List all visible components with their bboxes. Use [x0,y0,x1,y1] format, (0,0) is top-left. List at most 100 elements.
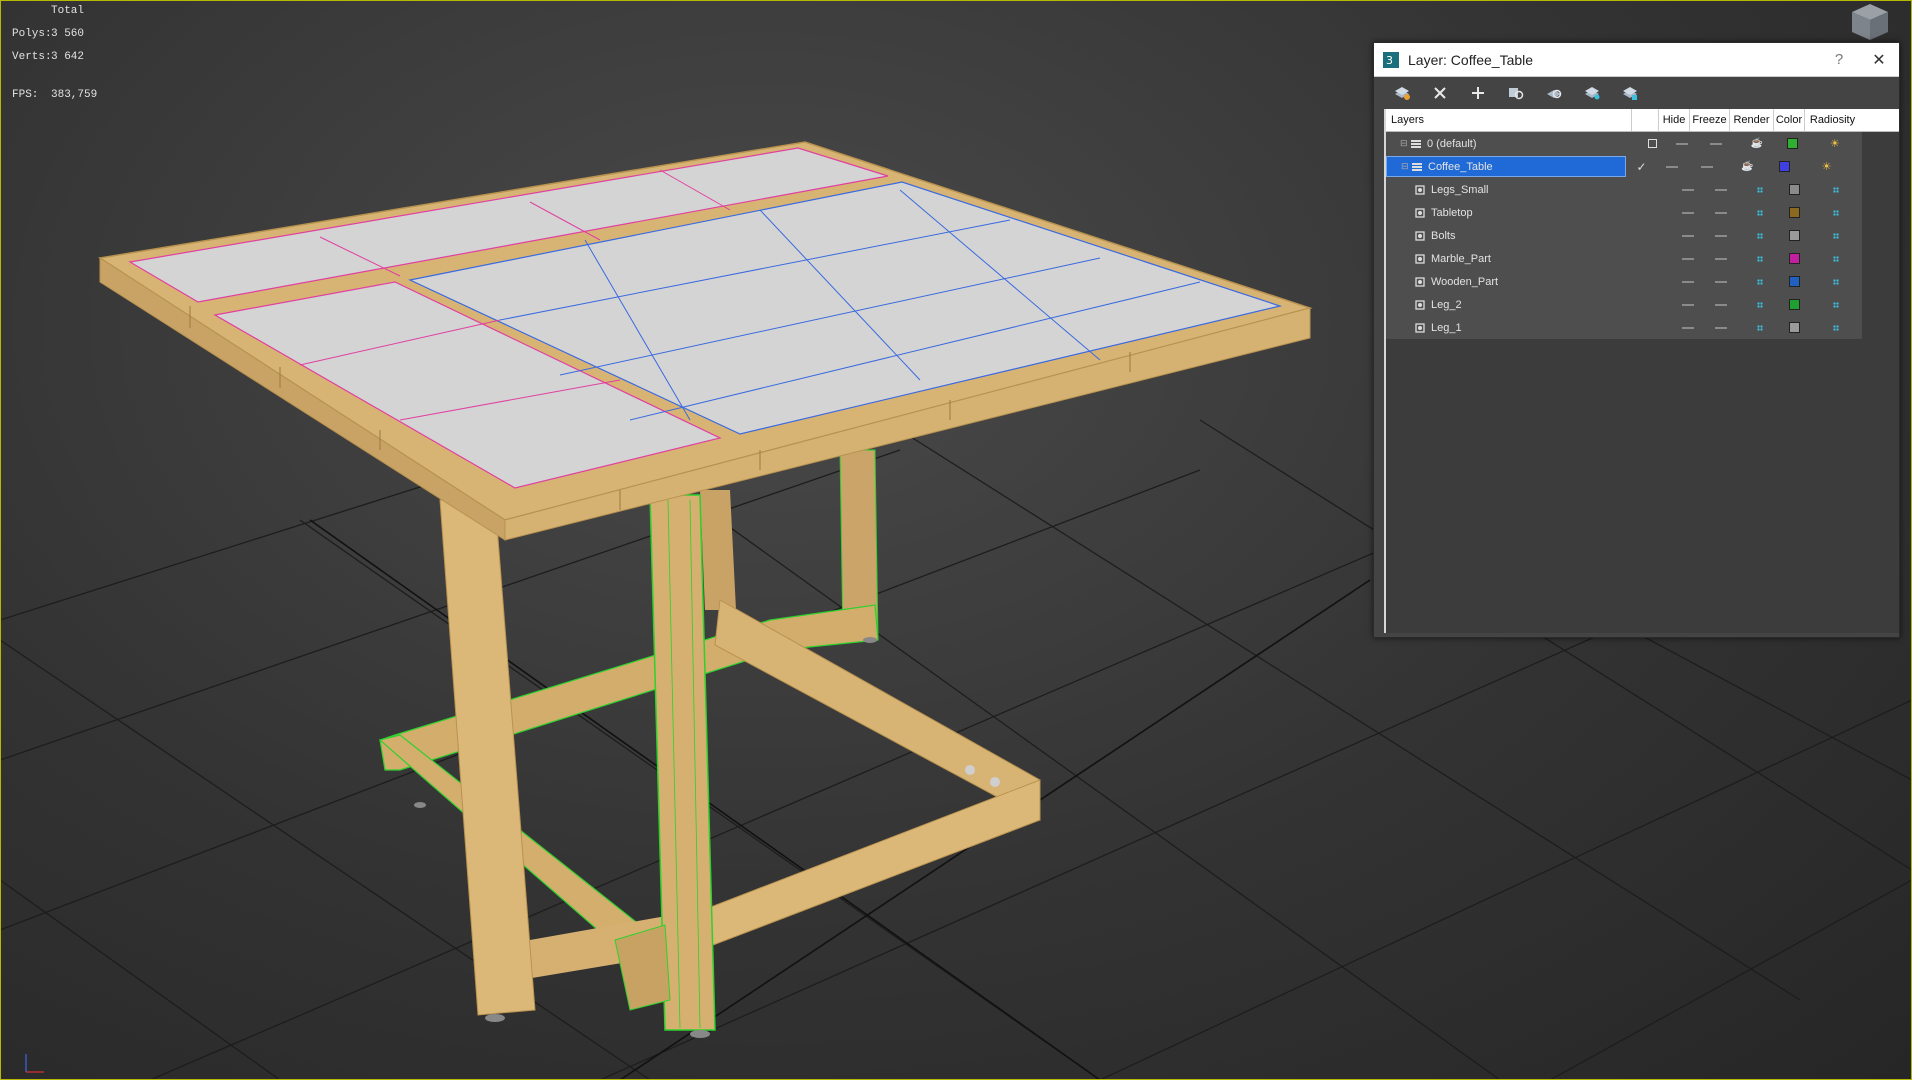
dialog-titlebar[interactable]: 3 Layer: Coffee_Table ? ✕ [1374,43,1899,77]
freeze-toggle[interactable] [1702,280,1739,283]
hide-toggle[interactable] [1668,142,1698,145]
layer-toolbar [1374,77,1899,109]
add-to-layer-button[interactable] [1464,80,1492,106]
column-header-render[interactable]: Render [1730,109,1774,131]
layer-name-cell[interactable]: Leg_2 [1386,294,1644,315]
hide-all-button[interactable] [1578,80,1606,106]
delete-layer-button[interactable] [1426,80,1454,106]
layer-name-cell[interactable]: ⊟ 0 (default) [1386,133,1637,154]
freeze-toggle[interactable] [1702,211,1739,214]
dash-icon [1666,165,1678,168]
create-layer-button[interactable] [1388,80,1416,106]
freeze-toggle[interactable] [1702,257,1739,260]
hide-toggle[interactable] [1673,326,1702,329]
freeze-toggle[interactable] [1702,326,1739,329]
layer-name-cell[interactable]: Legs_Small [1386,179,1644,200]
layer-row[interactable]: Leg_2 [1386,293,1862,316]
expand-icon[interactable]: ⊟ [1400,138,1410,149]
freeze-all-icon [1623,87,1637,100]
dash-icon [1681,280,1694,283]
object-icon [1415,230,1425,241]
layer-row[interactable]: ⊟ 0 (default) ☕ ☀ [1386,132,1862,155]
dash-icon [1681,257,1694,260]
column-header-radiosity[interactable]: Radiosity [1805,109,1860,131]
render-toggle[interactable] [1739,209,1780,216]
layer-row[interactable]: Leg_1 [1386,316,1862,339]
color-swatch-cell[interactable] [1781,322,1810,333]
hide-toggle[interactable] [1657,165,1687,168]
radiosity-toggle[interactable] [1809,278,1862,285]
freeze-toggle[interactable] [1687,165,1726,168]
layer-row[interactable]: Wooden_Part [1386,270,1862,293]
layer-name-cell[interactable]: Bolts [1386,225,1644,246]
layer-name-cell[interactable]: Leg_1 [1386,317,1644,338]
render-toggle[interactable]: ☕ [1736,138,1778,149]
layer-row[interactable]: Bolts [1386,224,1862,247]
radiosity-toggle[interactable] [1809,186,1862,193]
select-in-layer-button[interactable] [1502,80,1530,106]
dots-icon [1832,209,1839,216]
column-header-layers[interactable]: Layers [1386,109,1632,131]
fps-value: 383,759 [51,89,98,101]
layer-name-cell[interactable]: Wooden_Part [1386,271,1644,292]
close-button[interactable]: ✕ [1859,50,1899,70]
radiosity-toggle[interactable]: ☀ [1808,137,1862,150]
hide-toggle[interactable] [1673,234,1702,237]
render-toggle[interactable] [1739,186,1780,193]
color-swatch-cell[interactable] [1781,184,1810,195]
render-toggle[interactable] [1739,278,1780,285]
radiosity-toggle[interactable] [1809,324,1862,331]
highlight-selected-button[interactable] [1540,80,1568,106]
dots-icon [1832,278,1839,285]
color-swatch-cell[interactable] [1778,138,1808,149]
radiosity-toggle[interactable] [1809,209,1862,216]
radiosity-toggle[interactable] [1809,301,1862,308]
hide-toggle[interactable] [1673,280,1702,283]
freeze-toggle[interactable] [1702,234,1739,237]
hide-toggle[interactable] [1673,257,1702,260]
viewcube-icon[interactable] [1842,0,1898,40]
radiosity-toggle[interactable] [1809,232,1862,239]
freeze-toggle[interactable] [1702,303,1739,306]
color-swatch-cell[interactable] [1781,276,1810,287]
radiosity-toggle[interactable]: ☀ [1799,160,1854,173]
layer-row[interactable]: Marble_Part [1386,247,1862,270]
tabletop[interactable] [97,141,1313,541]
layer-row[interactable]: Tabletop [1386,201,1862,224]
hide-toggle[interactable] [1673,211,1702,214]
color-swatch [1789,230,1801,241]
active-layer-toggle[interactable] [1637,139,1668,148]
column-header-color[interactable]: Color [1774,109,1805,131]
layer-name-cell[interactable]: Marble_Part [1386,248,1644,269]
layer-name: Tabletop [1431,206,1473,219]
object-icon [1415,207,1425,218]
expand-icon[interactable]: ⊟ [1401,161,1411,172]
hide-toggle[interactable] [1673,303,1702,306]
color-swatch-cell[interactable] [1781,207,1810,218]
freeze-all-button[interactable] [1616,80,1644,106]
layer-row[interactable]: Legs_Small [1386,178,1862,201]
column-header-hide[interactable]: Hide [1659,109,1690,131]
freeze-toggle[interactable] [1697,142,1736,145]
color-swatch-cell[interactable] [1781,253,1810,264]
render-toggle[interactable]: ☕ [1726,161,1769,172]
hide-toggle[interactable] [1673,188,1702,191]
layer-name-cell[interactable]: ⊟ Coffee_Table [1386,156,1626,177]
color-swatch-cell[interactable] [1781,230,1810,241]
render-toggle[interactable] [1739,255,1780,262]
layer-row[interactable]: ⊟ Coffee_Table ✓ ☕ ☀ [1386,155,1862,178]
render-toggle[interactable] [1739,324,1780,331]
column-header-freeze[interactable]: Freeze [1690,109,1730,131]
layer-name-cell[interactable]: Tabletop [1386,202,1644,223]
layer-explorer-dialog[interactable]: 3 Layer: Coffee_Table ? ✕ Layers Hide Fr… [1373,42,1900,638]
color-swatch-cell[interactable] [1781,299,1810,310]
render-toggle[interactable] [1739,232,1780,239]
column-header-active[interactable] [1632,109,1659,131]
active-layer-toggle[interactable]: ✓ [1626,160,1657,174]
help-button[interactable]: ? [1819,51,1859,68]
render-toggle[interactable] [1739,301,1780,308]
freeze-toggle[interactable] [1702,188,1739,191]
radiosity-toggle[interactable] [1809,255,1862,262]
table-frame[interactable] [378,449,1041,1038]
color-swatch-cell[interactable] [1769,161,1799,172]
